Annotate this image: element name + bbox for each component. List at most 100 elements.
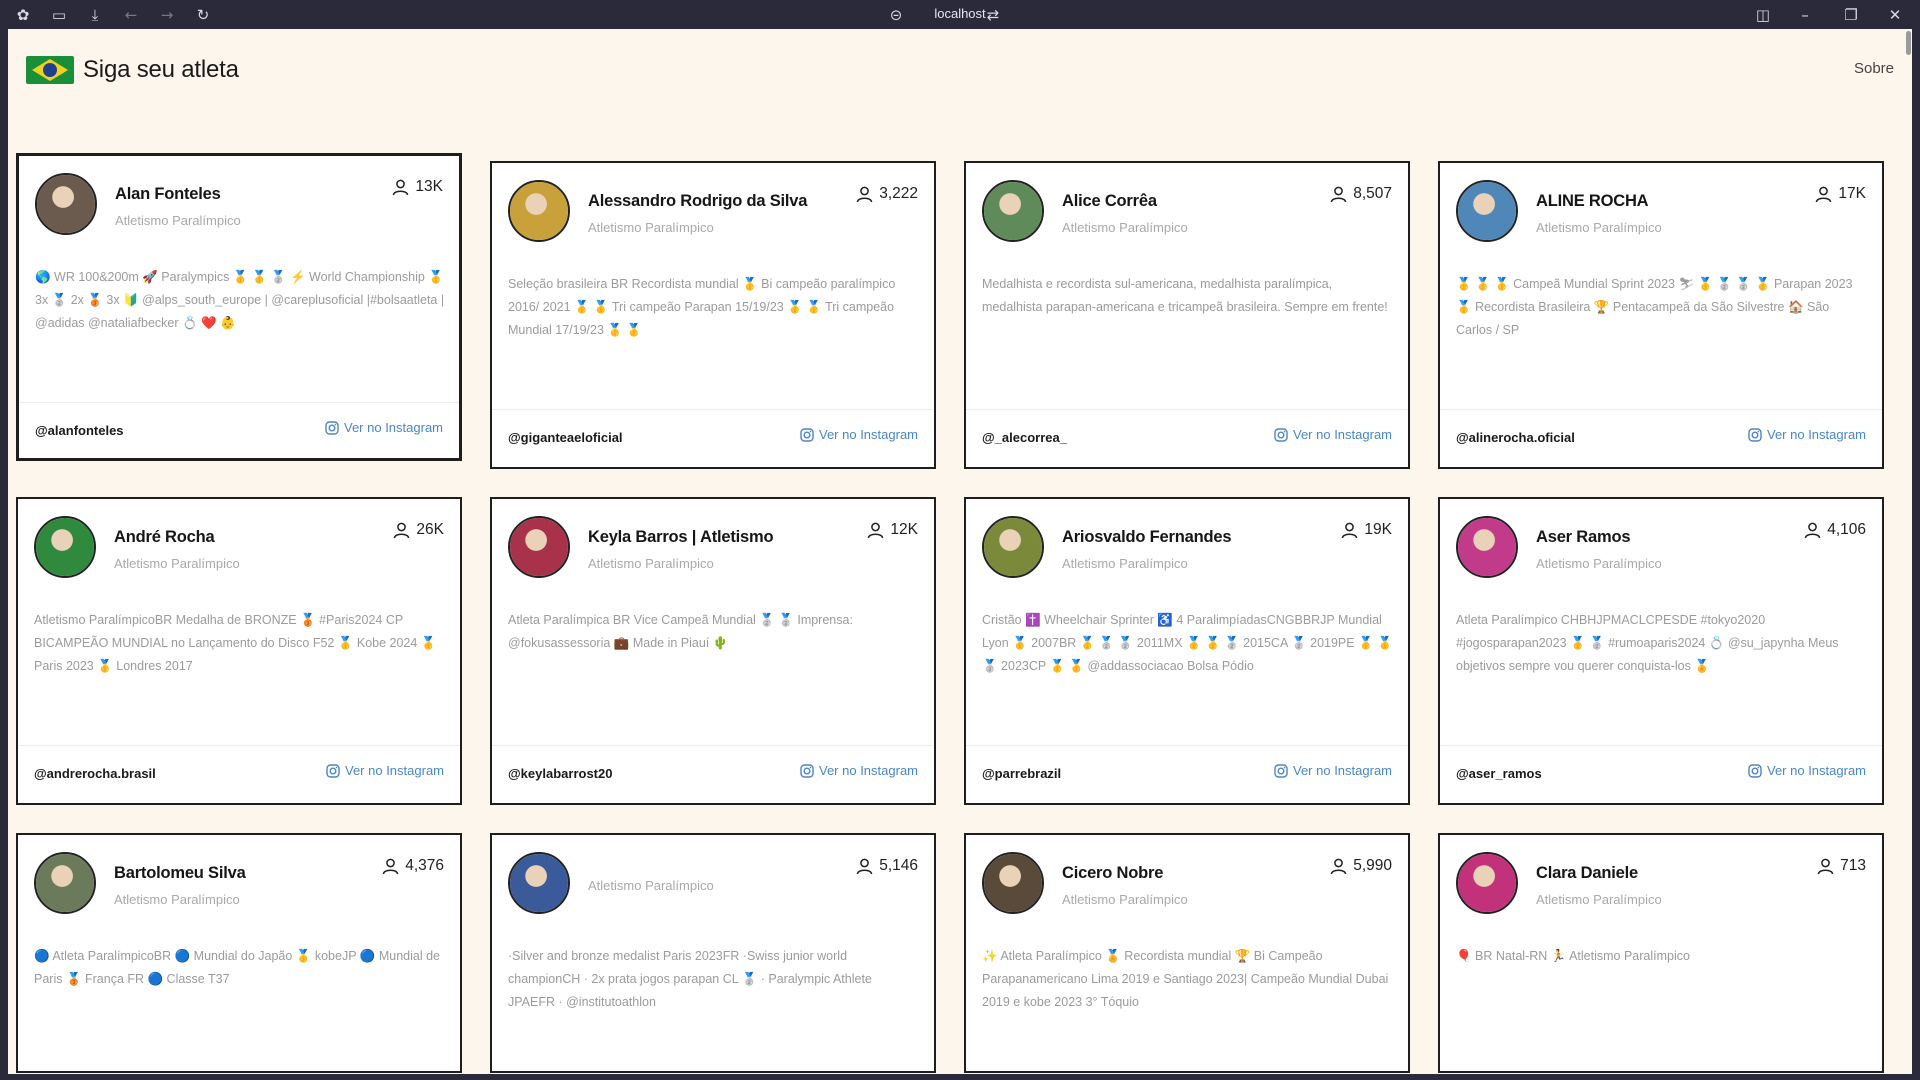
instagram-icon bbox=[1274, 427, 1288, 442]
download-icon[interactable]: ⤓ bbox=[84, 4, 106, 26]
athlete-sport: Atletismo Paralímpico bbox=[588, 878, 714, 893]
user-icon bbox=[856, 858, 873, 874]
athlete-name: Ariosvaldo Fernandes bbox=[1062, 528, 1232, 546]
athlete-bio: Atleta Paralímpico CHBHJPMACLCPESDE #tok… bbox=[1456, 613, 1839, 673]
instagram-link-label[interactable]: Ver no Instagram bbox=[344, 420, 443, 435]
athlete-card: ALINE ROCHA Atletismo Paralímpico 17K 🥇 … bbox=[1438, 161, 1884, 469]
athlete-card: Alan Fonteles Atletismo Paralímpico 13K … bbox=[16, 153, 462, 461]
card-divider bbox=[492, 745, 934, 746]
avatar[interactable] bbox=[982, 852, 1044, 914]
instagram-link-label[interactable]: Ver no Instagram bbox=[1767, 763, 1866, 778]
user-icon bbox=[1804, 522, 1821, 538]
followers-value: 12K bbox=[890, 521, 918, 538]
followers-count: 4,106 bbox=[1804, 521, 1866, 539]
followers-value: 4,376 bbox=[405, 857, 444, 874]
athlete-sport: Atletismo Paralímpico bbox=[588, 556, 714, 571]
card-divider bbox=[1440, 409, 1882, 410]
instagram-link[interactable]: Ver no Instagram bbox=[325, 420, 443, 435]
athlete-bio: Seleção brasileira BR Recordista mundial… bbox=[508, 277, 896, 337]
athlete-bio: 🎈 BR Natal-RN 🏃 Atletismo Paralímpico bbox=[1456, 949, 1690, 963]
instagram-link-label[interactable]: Ver no Instagram bbox=[1293, 763, 1392, 778]
user-icon bbox=[868, 522, 884, 538]
avatar[interactable] bbox=[34, 516, 96, 578]
avatar[interactable] bbox=[982, 180, 1044, 242]
instagram-handle: @keylabarrost20 bbox=[508, 766, 613, 781]
instagram-link[interactable]: Ver no Instagram bbox=[1748, 427, 1866, 442]
instagram-icon bbox=[1274, 763, 1288, 778]
followers-count: 5,146 bbox=[856, 857, 918, 875]
athlete-sport: Atletismo Paralímpico bbox=[115, 213, 241, 228]
card-divider bbox=[19, 402, 459, 403]
avatar[interactable] bbox=[508, 180, 570, 242]
instagram-icon bbox=[326, 763, 340, 778]
instagram-handle: @alanfonteles bbox=[35, 423, 124, 438]
avatar[interactable] bbox=[982, 516, 1044, 578]
avatar[interactable] bbox=[1456, 852, 1518, 914]
avatar[interactable] bbox=[34, 852, 96, 914]
page-content: Siga seu atleta Sobre Alan Fonteles Atle… bbox=[8, 29, 1912, 1074]
athlete-sport: Atletismo Paralímpico bbox=[1062, 892, 1188, 907]
athlete-sport: Atletismo Paralímpico bbox=[1536, 892, 1662, 907]
avatar[interactable] bbox=[35, 173, 97, 235]
user-icon bbox=[1330, 858, 1347, 874]
instagram-link[interactable]: Ver no Instagram bbox=[326, 763, 444, 778]
user-icon bbox=[856, 186, 873, 202]
link-icon[interactable]: ⊝ bbox=[885, 4, 907, 26]
avatar[interactable] bbox=[1456, 516, 1518, 578]
athlete-card: Aser Ramos Atletismo Paralímpico 4,106 A… bbox=[1438, 497, 1884, 805]
back-icon[interactable]: ← bbox=[120, 4, 142, 26]
athlete-card: Alice Corrêa Atletismo Paralímpico 8,507… bbox=[964, 161, 1410, 469]
followers-count: 12K bbox=[867, 521, 918, 539]
followers-count: 17K bbox=[1815, 185, 1866, 203]
user-icon bbox=[1817, 858, 1834, 874]
followers-value: 13K bbox=[415, 178, 443, 195]
about-link[interactable]: Sobre bbox=[1854, 60, 1894, 77]
instagram-link-label[interactable]: Ver no Instagram bbox=[819, 763, 918, 778]
user-icon bbox=[1330, 186, 1347, 202]
instagram-link[interactable]: Ver no Instagram bbox=[800, 763, 918, 778]
browser-logo-icon[interactable]: ✿ bbox=[12, 4, 34, 26]
split-view-icon[interactable]: ◫ bbox=[1752, 4, 1774, 26]
athlete-name: Keyla Barros | Atletismo bbox=[588, 528, 774, 546]
instagram-handle: @giganteaeloficial bbox=[508, 430, 623, 445]
athlete-card: Keyla Barros | Atletismo Atletismo Paral… bbox=[490, 497, 936, 805]
athlete-bio: Atleta Paralímpica BR Vice Campeã Mundia… bbox=[508, 613, 853, 650]
instagram-link[interactable]: Ver no Instagram bbox=[1274, 763, 1392, 778]
reload-icon[interactable]: ↻ bbox=[192, 4, 214, 26]
minimize-icon[interactable]: – bbox=[1794, 4, 1816, 26]
brand[interactable]: Siga seu atleta bbox=[26, 56, 239, 84]
instagram-link-label[interactable]: Ver no Instagram bbox=[345, 763, 444, 778]
athlete-name: Clara Daniele bbox=[1536, 864, 1638, 882]
instagram-link-label[interactable]: Ver no Instagram bbox=[819, 427, 918, 442]
athlete-name: Alan Fonteles bbox=[115, 185, 221, 203]
instagram-link[interactable]: Ver no Instagram bbox=[1274, 427, 1392, 442]
athlete-bio: Atletismo ParalímpicoBR Medalha de BRONZ… bbox=[34, 613, 437, 673]
instagram-icon bbox=[1748, 763, 1762, 778]
close-icon[interactable]: ✕ bbox=[1884, 4, 1906, 26]
card-divider bbox=[966, 745, 1408, 746]
instagram-link[interactable]: Ver no Instagram bbox=[1748, 763, 1866, 778]
avatar[interactable] bbox=[1456, 180, 1518, 242]
athlete-card: Ariosvaldo Fernandes Atletismo Paralímpi… bbox=[964, 497, 1410, 805]
brazil-flag-icon bbox=[26, 56, 74, 84]
athlete-card: Cicero Nobre Atletismo Paralímpico 5,990… bbox=[964, 833, 1410, 1073]
forward-icon[interactable]: → bbox=[156, 4, 178, 26]
page-scrollbar[interactable] bbox=[1904, 29, 1912, 1074]
instagram-link-label[interactable]: Ver no Instagram bbox=[1293, 427, 1392, 442]
restore-icon[interactable]: ❐ bbox=[1840, 4, 1862, 26]
athlete-sport: Atletismo Paralímpico bbox=[114, 556, 240, 571]
sidebar-toggle-icon[interactable]: ▭ bbox=[48, 4, 70, 26]
instagram-link-label[interactable]: Ver no Instagram bbox=[1767, 427, 1866, 442]
athlete-bio: ✨ Atleta Paralímpico 🏅 Recordista mundia… bbox=[982, 949, 1389, 1009]
instagram-link[interactable]: Ver no Instagram bbox=[800, 427, 918, 442]
address-bar[interactable]: localhost bbox=[0, 6, 1920, 21]
avatar[interactable] bbox=[508, 516, 570, 578]
avatar[interactable] bbox=[508, 852, 570, 914]
user-icon bbox=[1816, 186, 1832, 202]
followers-count: 713 bbox=[1817, 857, 1866, 875]
instagram-handle: @alinerocha.oficial bbox=[1456, 430, 1575, 445]
athlete-sport: Atletismo Paralímpico bbox=[1062, 220, 1188, 235]
athlete-bio: 🔵 Atleta ParalímpicoBR 🔵 Mundial do Japã… bbox=[34, 949, 440, 986]
site-settings-icon[interactable]: ⇄ bbox=[982, 4, 1004, 26]
followers-value: 4,106 bbox=[1827, 521, 1866, 538]
